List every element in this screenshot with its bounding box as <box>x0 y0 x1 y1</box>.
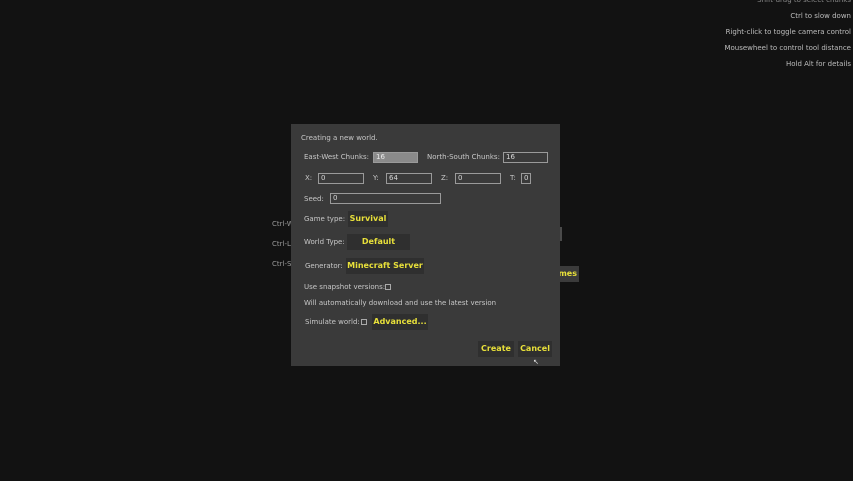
snapshot-checkbox[interactable] <box>385 284 391 290</box>
advanced-button[interactable]: Advanced... <box>372 314 428 330</box>
y-field[interactable]: 64 <box>386 173 432 184</box>
east-west-label: East-West Chunks: <box>304 153 370 161</box>
z-label: Z: <box>441 174 449 182</box>
z-field[interactable]: 0 <box>455 173 501 184</box>
dialog-title: Creating a new world. <box>301 134 378 142</box>
create-world-dialog: Creating a new world. East-West Chunks: … <box>291 124 560 366</box>
help-hints: Shift-drag to select chunks Ctrl to slow… <box>724 0 851 72</box>
generator-label: Generator: <box>305 262 343 270</box>
x-field[interactable]: 0 <box>318 173 364 184</box>
hint-right-click: Right-click to toggle camera control <box>725 28 851 36</box>
east-west-field[interactable]: 16 <box>373 152 418 163</box>
generator-button[interactable]: Minecraft Server <box>346 258 424 274</box>
world-type-button[interactable]: Default <box>347 234 410 250</box>
y-label: Y: <box>373 174 379 182</box>
x-label: X: <box>305 174 313 182</box>
cancel-button[interactable]: Cancel <box>518 341 552 357</box>
auto-download-text: Will automatically download and use the … <box>304 299 497 307</box>
seed-label: Seed: <box>304 195 324 203</box>
bg-shortcut-label: Ctrl-L <box>272 240 291 248</box>
t-label: T: <box>510 174 516 182</box>
simulate-checkbox[interactable] <box>361 319 367 325</box>
hint-mousewheel: Mousewheel to control tool distance <box>724 44 851 52</box>
game-type-label: Game type: <box>304 215 346 223</box>
hint-clipped: Shift-drag to select chunks <box>757 0 851 4</box>
create-button[interactable]: Create <box>478 341 514 357</box>
snapshot-label: Use snapshot versions: <box>304 283 386 291</box>
t-field[interactable]: 0 <box>521 173 531 184</box>
bg-divider <box>560 227 562 241</box>
north-south-field[interactable]: 16 <box>503 152 548 163</box>
game-type-button[interactable]: Survival <box>348 211 388 227</box>
hint-alt: Hold Alt for details <box>785 60 851 68</box>
hint-slow-down: Ctrl to slow down <box>790 12 851 20</box>
world-type-label: World Type: <box>304 238 345 246</box>
simulate-label: Simulate world: <box>305 318 360 326</box>
mouse-cursor-icon: ↖ <box>533 358 539 366</box>
bg-shortcut-label: Ctrl-S <box>272 260 292 268</box>
north-south-label: North-South Chunks: <box>427 153 500 161</box>
seed-field[interactable]: 0 <box>330 193 441 204</box>
